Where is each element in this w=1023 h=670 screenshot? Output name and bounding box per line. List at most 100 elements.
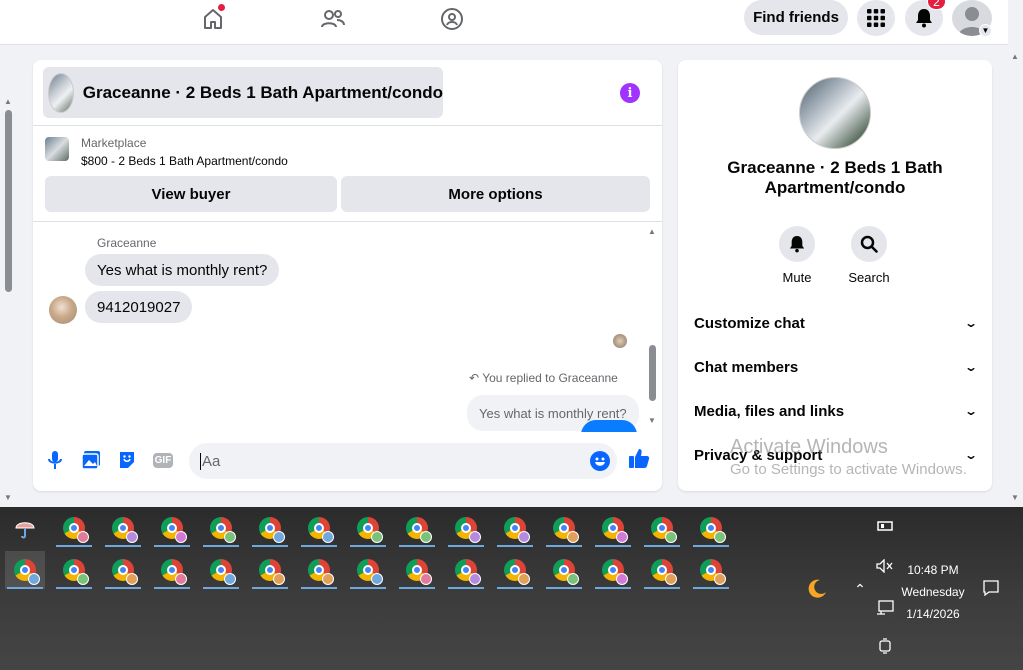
find-friends-button[interactable]: Find friends bbox=[744, 0, 848, 35]
listing-price-title[interactable]: $800 - 2 Beds 1 Bath Apartment/condo bbox=[81, 154, 288, 168]
seen-indicator-avatar bbox=[613, 334, 627, 348]
taskbar-chrome-window[interactable] bbox=[642, 509, 682, 547]
network-icon[interactable] bbox=[874, 599, 896, 617]
taskbar-chrome-window[interactable] bbox=[5, 551, 45, 589]
microphone-icon[interactable] bbox=[44, 449, 66, 471]
taskbar-chrome-window[interactable] bbox=[299, 551, 339, 589]
taskbar-chrome-window[interactable] bbox=[250, 551, 290, 589]
media-files-links-section[interactable]: Media, files and links ⌄ bbox=[694, 399, 978, 423]
taskbar-chrome-window[interactable] bbox=[691, 551, 731, 589]
scroll-down-arrow[interactable]: ▼ bbox=[4, 493, 12, 502]
taskbar-chrome-window[interactable] bbox=[299, 509, 339, 547]
taskbar-chrome-window[interactable] bbox=[397, 551, 437, 589]
thumbs-up-icon[interactable] bbox=[628, 447, 650, 469]
taskbar-chrome-window[interactable] bbox=[544, 551, 584, 589]
notifications-button[interactable]: 2 bbox=[905, 0, 946, 36]
info-icon[interactable]: i bbox=[620, 83, 640, 103]
volume-muted-icon[interactable] bbox=[874, 557, 896, 575]
taskbar-chrome-window[interactable] bbox=[201, 509, 241, 547]
chrome-icon bbox=[210, 559, 236, 585]
taskbar-chrome-window[interactable] bbox=[348, 509, 388, 547]
chrome-profile-avatar bbox=[567, 573, 579, 585]
page-scrollbar[interactable]: ▲ ▼ bbox=[0, 45, 14, 505]
home-notification-dot bbox=[218, 4, 225, 11]
meet-now-icon[interactable] bbox=[874, 637, 896, 655]
chrome-icon bbox=[455, 517, 481, 543]
message-input[interactable]: Aa bbox=[189, 443, 617, 479]
chrome-profile-avatar bbox=[28, 573, 40, 585]
taskbar-chrome-window[interactable] bbox=[446, 551, 486, 589]
taskbar-chrome-window[interactable] bbox=[250, 509, 290, 547]
taskbar-chrome-window[interactable] bbox=[54, 551, 94, 589]
taskbar-chrome-window[interactable] bbox=[201, 551, 241, 589]
customize-chat-section[interactable]: Customize chat ⌄ bbox=[694, 311, 978, 335]
taskbar-chrome-window[interactable] bbox=[495, 551, 535, 589]
friends-tab[interactable] bbox=[316, 2, 350, 36]
chrome-profile-avatar bbox=[469, 573, 481, 585]
groups-tab[interactable] bbox=[435, 2, 469, 36]
chrome-icon bbox=[651, 517, 677, 543]
gif-label: GIF bbox=[152, 452, 174, 468]
taskbar-chrome-window[interactable] bbox=[446, 509, 486, 547]
taskbar-chrome-window[interactable] bbox=[348, 551, 388, 589]
more-options-button[interactable]: More options bbox=[341, 176, 650, 212]
chrome-profile-avatar bbox=[616, 573, 628, 585]
taskbar-chrome-window[interactable] bbox=[54, 509, 94, 547]
clock-time: 10:48 PM bbox=[907, 563, 959, 577]
menu-button[interactable] bbox=[857, 0, 895, 36]
chat-scrollbar-thumb[interactable] bbox=[649, 345, 656, 401]
scroll-up-arrow[interactable]: ▲ bbox=[4, 97, 12, 106]
chat-scroll-down-arrow[interactable]: ▼ bbox=[648, 416, 656, 425]
incoming-message[interactable]: Yes what is monthly rent? bbox=[85, 254, 280, 286]
chevron-down-icon[interactable]: ▼ bbox=[979, 24, 992, 37]
taskbar-app-button[interactable] bbox=[5, 509, 45, 547]
taskbar-chrome-window[interactable] bbox=[642, 551, 682, 589]
page-scrollbar-thumb[interactable] bbox=[5, 110, 12, 292]
taskbar-chrome-window[interactable] bbox=[103, 509, 143, 547]
taskbar-chrome-window[interactable] bbox=[593, 509, 633, 547]
gif-icon[interactable]: GIF bbox=[152, 449, 174, 471]
chevron-down-icon: ⌄ bbox=[963, 360, 979, 374]
message-input-placeholder: Aa bbox=[202, 452, 221, 470]
show-hidden-icons-chevron-icon[interactable]: ⌃ bbox=[850, 579, 870, 599]
taskbar-chrome-window[interactable] bbox=[593, 551, 633, 589]
system-clock[interactable]: 10:48 PM Wednesday 1/14/2026 bbox=[895, 559, 971, 625]
clock-day: Wednesday bbox=[901, 585, 965, 599]
notification-center-icon[interactable] bbox=[980, 577, 1002, 599]
taskbar-chrome-window[interactable] bbox=[544, 509, 584, 547]
moon-icon[interactable] bbox=[803, 575, 831, 603]
taskbar-chrome-window[interactable] bbox=[397, 509, 437, 547]
chrome-icon bbox=[651, 559, 677, 585]
sticker-icon[interactable] bbox=[116, 449, 138, 471]
right-scroll-down-arrow[interactable]: ▼ bbox=[1011, 493, 1019, 502]
taskbar-chrome-window[interactable] bbox=[691, 509, 731, 547]
search-button[interactable]: Search bbox=[839, 226, 899, 285]
taskbar-chrome-window[interactable] bbox=[103, 551, 143, 589]
chat-scroll-up-arrow[interactable]: ▲ bbox=[648, 227, 656, 236]
chrome-icon bbox=[112, 517, 138, 543]
taskbar-chrome-window[interactable] bbox=[152, 509, 192, 547]
taskbar-chrome-window[interactable] bbox=[495, 509, 535, 547]
chrome-icon bbox=[210, 517, 236, 543]
chrome-profile-avatar bbox=[665, 573, 677, 585]
chrome-profile-avatar bbox=[518, 531, 530, 543]
chrome-profile-avatar bbox=[714, 573, 726, 585]
sender-avatar[interactable] bbox=[49, 296, 77, 324]
chat-members-section[interactable]: Chat members ⌄ bbox=[694, 355, 979, 379]
sender-name: Graceanne bbox=[97, 236, 157, 250]
reply-indicator: ↶ You replied to Graceanne bbox=[469, 371, 618, 385]
chrome-icon bbox=[602, 559, 628, 585]
mute-button[interactable]: Mute bbox=[767, 226, 827, 285]
text-caret bbox=[200, 452, 201, 470]
home-tab[interactable] bbox=[196, 2, 230, 36]
emoji-icon[interactable] bbox=[590, 451, 610, 471]
view-buyer-button[interactable]: View buyer bbox=[45, 176, 337, 212]
outgoing-message[interactable] bbox=[581, 420, 637, 432]
taskbar-chrome-window[interactable] bbox=[152, 551, 192, 589]
chrome-profile-avatar bbox=[567, 531, 579, 543]
usb-device-icon[interactable] bbox=[874, 517, 896, 535]
right-scroll-up-arrow[interactable]: ▲ bbox=[1011, 52, 1019, 61]
incoming-message[interactable]: 9412019027 bbox=[85, 291, 193, 323]
photo-icon[interactable] bbox=[80, 449, 102, 471]
chat-header[interactable]: Graceanne · 2 Beds 1 Bath Apartment/cond… bbox=[43, 67, 443, 118]
